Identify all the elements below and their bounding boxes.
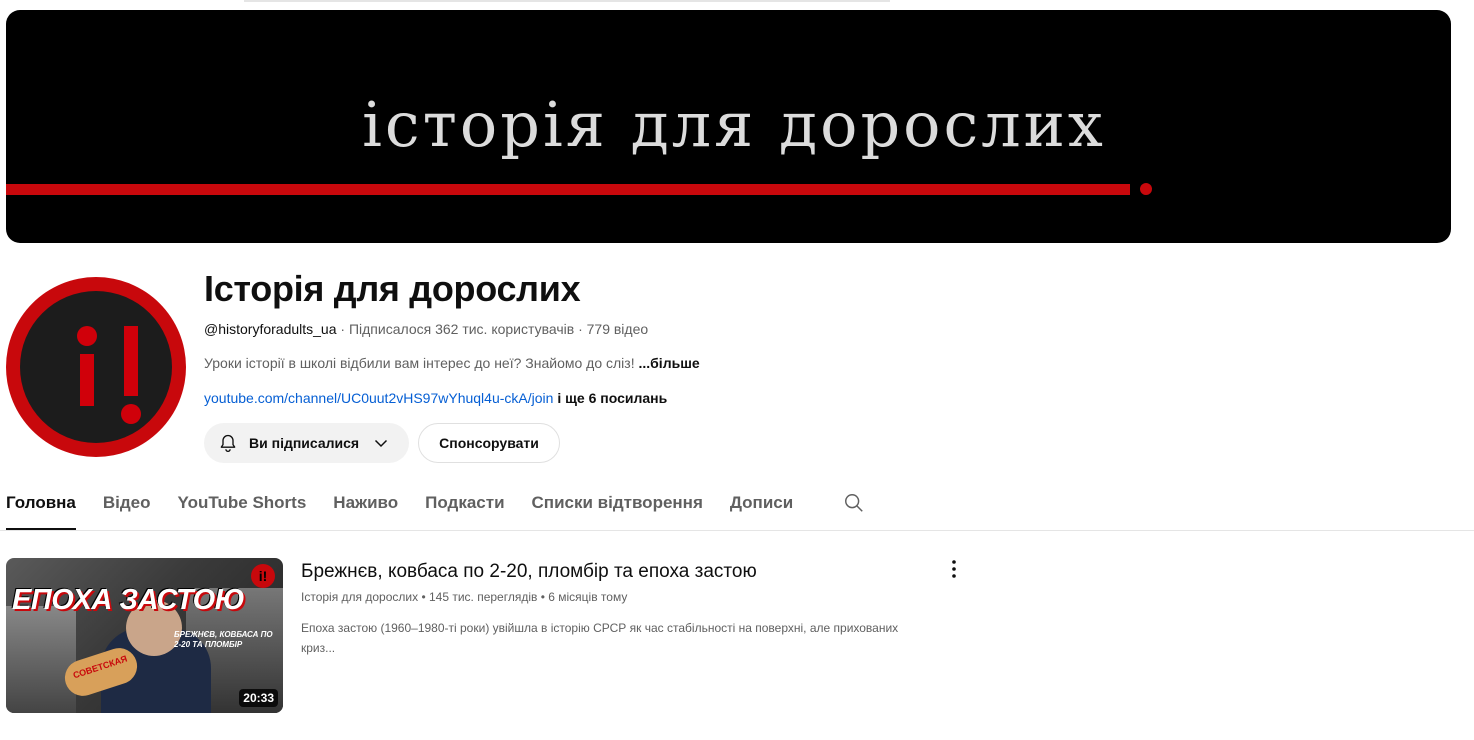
channel-stats: · Підписалося 362 тис. користувачів · 77… <box>336 321 649 337</box>
channel-meta: @historyforadults_ua · Підписалося 362 т… <box>204 321 648 337</box>
channel-banner: історія для дорослих <box>6 10 1451 243</box>
channel-description[interactable]: Уроки історії в школі відбили вам інтере… <box>204 355 700 371</box>
more-link[interactable]: ...більше <box>638 355 699 371</box>
bell-icon <box>220 434 236 452</box>
video-duration: 20:33 <box>239 689 278 707</box>
thumbnail-subtitle: БРЕЖНЄВ, КОВБАСА ПО 2-20 ТА ПЛОМБІР <box>174 630 273 649</box>
thumbnail-title: ЕПОХА ЗАСТОЮ <box>12 584 245 616</box>
video-title[interactable]: Брежнєв, ковбаса по 2-20, пломбір та епо… <box>301 561 757 583</box>
tab-podcasts[interactable]: Подкасти <box>425 486 504 530</box>
tab-posts[interactable]: Дописи <box>730 486 793 530</box>
sponsor-label: Спонсорувати <box>439 435 539 451</box>
subscribed-button[interactable]: Ви підписалися <box>204 423 409 463</box>
banner-title: історія для дорослих <box>362 88 1106 161</box>
channel-avatar[interactable] <box>6 277 186 457</box>
sponsor-button[interactable]: Спонсорувати <box>418 423 560 463</box>
video-thumbnail[interactable]: ЕПОХА ЗАСТОЮ БРЕЖНЄВ, КОВБАСА ПО 2-20 ТА… <box>6 558 283 713</box>
chevron-down-icon <box>375 439 388 448</box>
channel-handle: @historyforadults_ua <box>204 321 337 337</box>
banner-red-line <box>6 184 1130 195</box>
avatar-logo <box>20 291 172 443</box>
more-vertical-icon[interactable] <box>944 558 964 580</box>
video-description: Епоха застою (1960–1980-ті роки) увійшла… <box>301 621 899 655</box>
channel-tabs: Головна Відео YouTube Shorts Наживо Подк… <box>6 486 820 530</box>
tab-home[interactable]: Головна <box>6 486 76 530</box>
tab-shorts[interactable]: YouTube Shorts <box>178 486 307 530</box>
more-links[interactable]: і ще 6 посилань <box>553 390 667 406</box>
subscribed-label: Ви підписалися <box>249 435 360 451</box>
description-text: Уроки історії в школі відбили вам інтере… <box>204 355 639 371</box>
channel-name: Історія для дорослих <box>204 268 581 309</box>
tab-videos[interactable]: Відео <box>103 486 151 530</box>
tab-playlists[interactable]: Списки відтворення <box>532 486 703 530</box>
top-divider <box>244 0 890 2</box>
banner-red-dot <box>1140 183 1152 195</box>
channel-links: youtube.com/channel/UC0uut2vHS97wYhuql4u… <box>204 390 667 406</box>
video-meta: Історія для дорослих • 145 тис. перегляд… <box>301 590 628 604</box>
tab-live[interactable]: Наживо <box>333 486 398 530</box>
thumbnail-logo: i! <box>251 564 275 588</box>
search-icon[interactable] <box>843 492 865 514</box>
channel-join-link[interactable]: youtube.com/channel/UC0uut2vHS97wYhuql4u… <box>204 390 553 406</box>
tabs-divider <box>0 530 1474 531</box>
